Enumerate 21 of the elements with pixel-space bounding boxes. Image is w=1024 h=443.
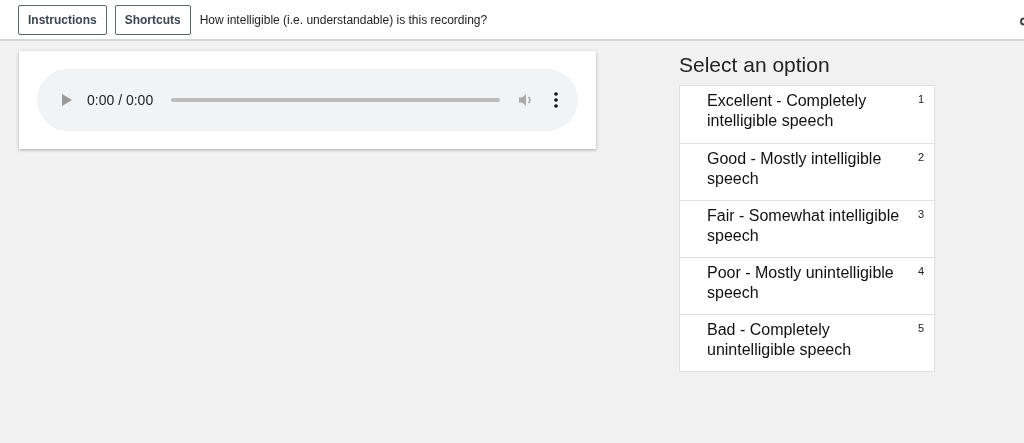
progress-track[interactable] xyxy=(171,98,500,102)
options-title: Select an option xyxy=(679,52,831,78)
toolbar-button[interactable]: Shortcuts xyxy=(114,4,191,35)
shortcut-number: 1 xyxy=(917,92,924,107)
more-icon[interactable] xyxy=(554,92,558,108)
volume-icon[interactable] xyxy=(518,93,534,107)
shortcut-number: 3 xyxy=(917,207,924,222)
option-label: Poor - Mostly unintelligible speech xyxy=(707,263,895,303)
question-text: How intelligible (i.e. understandable) is this recording? xyxy=(199,11,488,29)
option-label: Good - Mostly intelligible speech xyxy=(707,149,883,189)
time-text: 0:00 / 0:00 xyxy=(87,90,154,110)
shortcut-number: 5 xyxy=(917,321,924,336)
shortcut-number: 4 xyxy=(917,264,924,279)
option-label: Bad - Completely unintelligible speech xyxy=(707,320,853,360)
toolbar-button[interactable]: Instructions xyxy=(18,4,107,35)
shortcut-number: 2 xyxy=(917,150,924,165)
audio-player[interactable]: 0:00 / 0:00 xyxy=(37,69,578,131)
option-label: Excellent - Completely intelligible speech xyxy=(707,91,868,131)
option-label: Fair - Somewhat intelligible speech xyxy=(707,206,901,246)
gear-icon[interactable] xyxy=(1019,17,1024,26)
play-icon[interactable] xyxy=(61,93,73,107)
